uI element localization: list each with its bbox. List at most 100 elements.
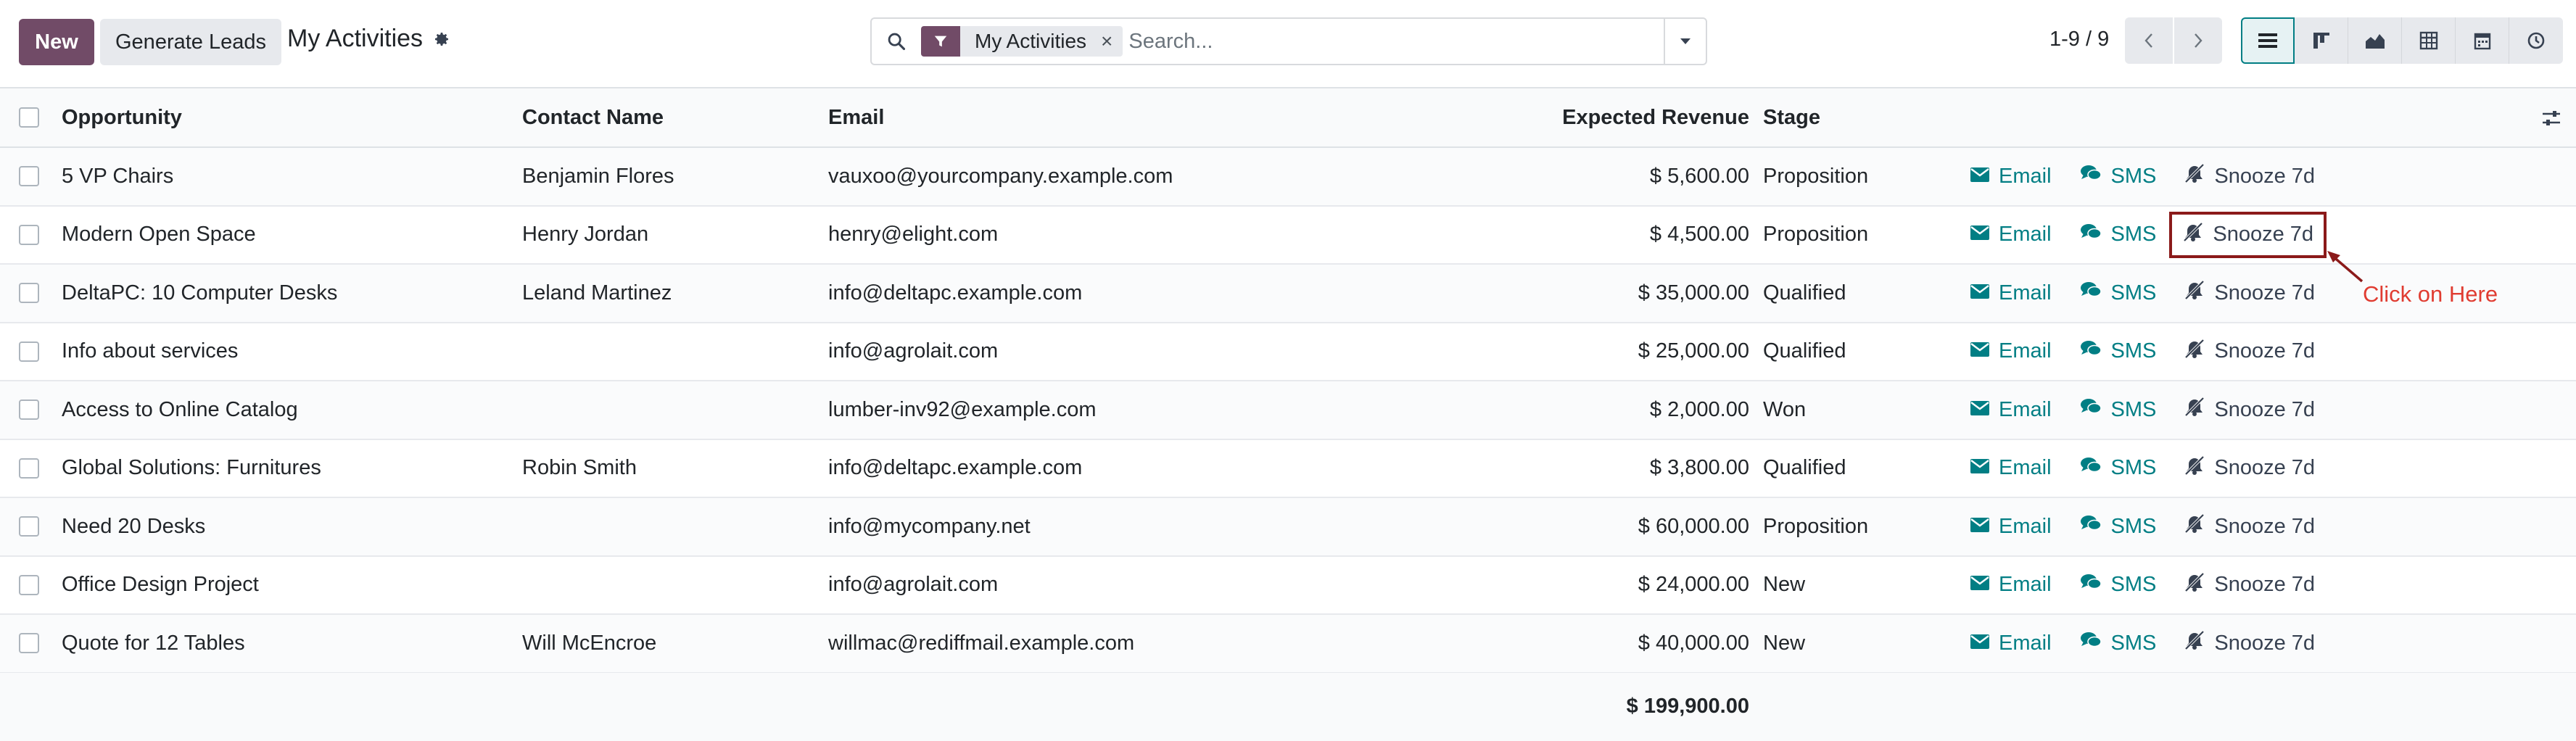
row-checkbox[interactable] xyxy=(19,166,39,187)
graph-view-button[interactable] xyxy=(2348,17,2402,64)
cell-stage[interactable]: Qualified xyxy=(1763,323,1846,381)
cell-expected-revenue[interactable]: $ 4,500.00 xyxy=(1650,207,1749,264)
cell-stage[interactable]: Proposition xyxy=(1763,207,1868,264)
cell-email[interactable]: info@deltapc.example.com xyxy=(828,440,1082,497)
cell-expected-revenue[interactable]: $ 60,000.00 xyxy=(1638,498,1749,555)
sms-action-button[interactable]: SMS xyxy=(2079,514,2156,539)
sms-action-button[interactable]: SMS xyxy=(2079,223,2156,247)
kanban-view-button[interactable] xyxy=(2295,17,2348,64)
pager-next-button[interactable] xyxy=(2174,17,2222,64)
header-stage[interactable]: Stage xyxy=(1763,88,1820,146)
cell-email[interactable]: willmac@rediffmail.example.com xyxy=(828,615,1134,672)
table-row[interactable]: DeltaPC: 10 Computer Desks Leland Martine… xyxy=(0,265,2576,323)
cell-email[interactable]: info@agrolait.com xyxy=(828,557,998,614)
cell-email[interactable]: vauxoo@yourcompany.example.com xyxy=(828,148,1173,205)
cell-stage[interactable]: New xyxy=(1763,557,1805,614)
row-checkbox[interactable] xyxy=(19,283,39,304)
cell-email[interactable]: info@mycompany.net xyxy=(828,498,1031,555)
search-icon[interactable] xyxy=(872,19,921,64)
email-action-button[interactable]: Email xyxy=(1970,339,2052,363)
sms-action-button[interactable]: SMS xyxy=(2079,164,2156,189)
row-checkbox[interactable] xyxy=(19,633,39,654)
sms-action-button[interactable]: SMS xyxy=(2079,397,2156,422)
cell-stage[interactable]: Qualified xyxy=(1763,440,1846,497)
cell-opportunity[interactable]: Need 20 Desks xyxy=(62,498,205,555)
email-action-button[interactable]: Email xyxy=(1970,515,2052,539)
cell-contact-name[interactable]: Robin Smith xyxy=(522,440,637,497)
header-expected-revenue[interactable]: Expected Revenue xyxy=(1562,88,1749,146)
cell-contact-name[interactable]: Henry Jordan xyxy=(522,207,648,264)
snooze-action-button[interactable]: Snooze 7d xyxy=(2184,455,2315,481)
cell-stage[interactable]: Proposition xyxy=(1763,148,1868,205)
table-row[interactable]: Quote for 12 Tables Will McEncroe willmac@… xyxy=(0,615,2576,674)
header-email[interactable]: Email xyxy=(828,88,884,146)
cell-contact-name[interactable]: Leland Martinez xyxy=(522,265,672,322)
calendar-view-button[interactable] xyxy=(2456,17,2509,64)
email-action-button[interactable]: Email xyxy=(1970,456,2052,480)
cell-opportunity[interactable]: Access to Online Catalog xyxy=(62,381,298,439)
cell-opportunity[interactable]: DeltaPC: 10 Computer Desks xyxy=(62,265,337,322)
sms-action-button[interactable]: SMS xyxy=(2079,339,2156,364)
pager-value[interactable]: 1-9 / 9 xyxy=(2049,28,2109,51)
row-checkbox[interactable] xyxy=(19,400,39,421)
table-row[interactable]: Modern Open Space Henry Jordan henry@eligh… xyxy=(0,207,2576,265)
sms-action-button[interactable]: SMS xyxy=(2079,456,2156,481)
sms-action-button[interactable]: SMS xyxy=(2079,281,2156,305)
row-checkbox[interactable] xyxy=(19,516,39,537)
cell-expected-revenue[interactable]: $ 24,000.00 xyxy=(1638,557,1749,614)
list-view-button[interactable] xyxy=(2241,17,2295,64)
cell-opportunity[interactable]: Quote for 12 Tables xyxy=(62,615,245,672)
cell-stage[interactable]: Won xyxy=(1763,381,1806,439)
cell-opportunity[interactable]: Info about services xyxy=(62,323,238,381)
optional-columns-icon[interactable] xyxy=(2541,109,2561,133)
cell-opportunity[interactable]: 5 VP Chairs xyxy=(62,148,173,205)
generate-leads-button[interactable]: Generate Leads xyxy=(100,19,281,65)
cell-email[interactable]: lumber-inv92@example.com xyxy=(828,381,1097,439)
snooze-action-button[interactable]: Snooze 7d xyxy=(2184,280,2315,306)
new-button[interactable]: New xyxy=(19,19,94,65)
table-row[interactable]: Global Solutions: Furnitures Robin Smith i… xyxy=(0,440,2576,498)
header-contact-name[interactable]: Contact Name xyxy=(522,88,664,146)
cell-stage[interactable]: Qualified xyxy=(1763,265,1846,322)
activity-view-button[interactable] xyxy=(2509,17,2563,64)
email-action-button[interactable]: Email xyxy=(1970,573,2052,597)
search-options-toggle[interactable] xyxy=(1664,19,1706,64)
cell-opportunity[interactable]: Office Design Project xyxy=(62,557,259,614)
cell-email[interactable]: info@agrolait.com xyxy=(828,323,998,381)
cell-expected-revenue[interactable]: $ 35,000.00 xyxy=(1638,265,1749,322)
row-checkbox[interactable] xyxy=(19,574,39,595)
snooze-action-button[interactable]: Snooze 7d xyxy=(2184,630,2315,656)
snooze-action-button[interactable]: Snooze 7d xyxy=(2184,572,2315,598)
cell-opportunity[interactable]: Modern Open Space xyxy=(62,207,256,264)
search-input[interactable] xyxy=(1128,21,1664,62)
cell-expected-revenue[interactable]: $ 25,000.00 xyxy=(1638,323,1749,381)
cell-contact-name[interactable]: Will McEncroe xyxy=(522,615,656,672)
sms-action-button[interactable]: SMS xyxy=(2079,573,2156,597)
snooze-action-button[interactable]: Snooze 7d xyxy=(2184,339,2315,365)
facet-close-icon[interactable]: × xyxy=(1097,30,1123,53)
snooze-action-button[interactable]: Snooze 7d xyxy=(2169,211,2327,258)
cell-expected-revenue[interactable]: $ 2,000.00 xyxy=(1650,381,1749,439)
email-action-button[interactable]: Email xyxy=(1970,281,2052,305)
row-checkbox[interactable] xyxy=(19,341,39,362)
cell-email[interactable]: info@deltapc.example.com xyxy=(828,265,1082,322)
gear-icon[interactable] xyxy=(433,30,450,48)
select-all-checkbox[interactable] xyxy=(19,107,39,128)
pager-previous-button[interactable] xyxy=(2125,17,2173,64)
email-action-button[interactable]: Email xyxy=(1970,223,2052,247)
cell-expected-revenue[interactable]: $ 5,600.00 xyxy=(1650,148,1749,205)
table-row[interactable]: Access to Online Catalog lumber-inv92@exa… xyxy=(0,381,2576,440)
cell-expected-revenue[interactable]: $ 3,800.00 xyxy=(1650,440,1749,497)
snooze-action-button[interactable]: Snooze 7d xyxy=(2184,513,2315,539)
row-checkbox[interactable] xyxy=(19,224,39,245)
cell-expected-revenue[interactable]: $ 40,000.00 xyxy=(1638,615,1749,672)
row-checkbox[interactable] xyxy=(19,458,39,479)
email-action-button[interactable]: Email xyxy=(1970,165,2052,189)
pivot-view-button[interactable] xyxy=(2402,17,2456,64)
table-row[interactable]: Office Design Project info@agrolait.com $ … xyxy=(0,557,2576,615)
cell-stage[interactable]: New xyxy=(1763,615,1805,672)
cell-opportunity[interactable]: Global Solutions: Furnitures xyxy=(62,440,321,497)
cell-stage[interactable]: Proposition xyxy=(1763,498,1868,555)
header-opportunity[interactable]: Opportunity xyxy=(62,88,182,146)
email-action-button[interactable]: Email xyxy=(1970,398,2052,422)
